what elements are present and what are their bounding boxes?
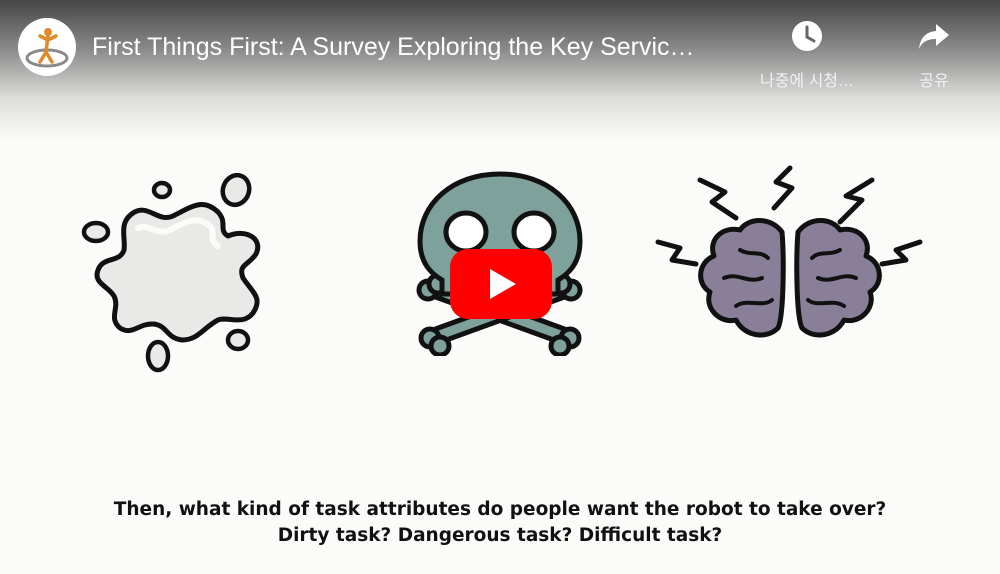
channel-logo-icon	[25, 28, 69, 68]
caption-line-1: Then, what kind of task attributes do pe…	[113, 499, 887, 520]
caption-line-2: Dirty task? Dangerous task? Difficult ta…	[277, 525, 723, 546]
play-button[interactable]	[450, 249, 552, 319]
share-button[interactable]: 공유	[874, 18, 994, 91]
watch-later-button[interactable]: 나중에 시청…	[747, 18, 867, 91]
video-title[interactable]: First Things First: A Survey Exploring t…	[92, 33, 732, 62]
share-label: 공유	[919, 73, 949, 90]
dirty-splat-illustration	[81, 172, 261, 373]
watch-later-label: 나중에 시청…	[759, 73, 855, 90]
caption-text: Then, what kind of task attributes do pe…	[0, 497, 1000, 549]
clock-icon	[792, 21, 822, 51]
difficult-brain-illustration	[655, 165, 923, 338]
play-icon	[450, 249, 552, 319]
channel-avatar[interactable]	[18, 18, 76, 76]
share-arrow-icon	[919, 24, 949, 49]
